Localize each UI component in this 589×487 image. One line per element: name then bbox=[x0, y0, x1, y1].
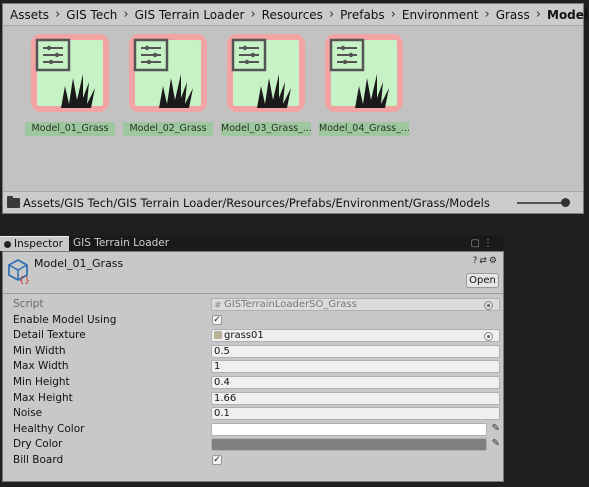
breadcrumb-models[interactable]: Models bbox=[544, 8, 589, 22]
tab-gis-terrain-loader[interactable]: GIS Terrain Loader bbox=[69, 236, 175, 251]
field-label: Detail Texture bbox=[13, 329, 86, 342]
field-row-billboard: Bill Board ✓ bbox=[3, 453, 503, 469]
field-row-noise: Noise 0.1 bbox=[3, 406, 503, 422]
field-label: Enable Model Using bbox=[13, 313, 117, 326]
asset-label: Model_01_Grass bbox=[25, 122, 115, 136]
eyedropper-icon[interactable]: ✎ bbox=[492, 423, 500, 434]
max-width-input[interactable]: 1 bbox=[211, 360, 500, 374]
dry-color-swatch[interactable] bbox=[211, 438, 487, 452]
settings-icon[interactable]: ⚙ bbox=[489, 256, 499, 266]
object-name: Model_01_Grass bbox=[34, 257, 124, 270]
asset-label: Model_04_Grass_... bbox=[319, 122, 409, 136]
noise-input[interactable]: 0.1 bbox=[211, 407, 500, 421]
breadcrumb-assets[interactable]: Assets bbox=[7, 8, 52, 22]
preset-icon[interactable]: ⇄ bbox=[479, 256, 489, 266]
breadcrumb-grass[interactable]: Grass bbox=[493, 8, 533, 22]
breadcrumb-gis-tech[interactable]: GIS Tech bbox=[63, 8, 120, 22]
detail-texture-field[interactable]: grass01 bbox=[211, 329, 500, 343]
scriptable-object-grass-icon bbox=[133, 38, 193, 108]
asset-label: Model_02_Grass bbox=[123, 122, 213, 136]
inspector-header: {} Model_01_Grass ?⇄⚙ Open bbox=[3, 252, 503, 294]
asset-grid: Model_01_Grass Model_02_Grass Model_03_G… bbox=[21, 34, 413, 138]
tab-tools: ▢⋮ bbox=[471, 236, 496, 251]
healthy-color-swatch[interactable] bbox=[211, 422, 487, 436]
breadcrumb-gis-terrain-loader[interactable]: GIS Terrain Loader bbox=[132, 8, 248, 22]
tab-inspector-label: Inspector bbox=[14, 237, 63, 250]
field-row-healthy-color: Healthy Color ✎ bbox=[3, 422, 503, 438]
min-width-input[interactable]: 0.5 bbox=[211, 344, 500, 358]
asset-thumbnail bbox=[325, 34, 403, 112]
field-label: Max Height bbox=[13, 391, 73, 404]
tab-inspector[interactable]: Inspector bbox=[0, 236, 69, 251]
script-field: # GISTerrainLoaderSO_Grass bbox=[211, 298, 500, 311]
inspector-panel: {} Model_01_Grass ?⇄⚙ Open Script # GISTe… bbox=[2, 251, 504, 482]
scriptable-object-icon: {} bbox=[8, 258, 30, 284]
breadcrumb-separator-icon: › bbox=[55, 7, 61, 22]
tab-gis-terrain-loader-label: GIS Terrain Loader bbox=[72, 237, 170, 249]
field-label: Dry Color bbox=[13, 438, 63, 451]
script-icon: # bbox=[214, 301, 222, 311]
svg-text:{}: {} bbox=[19, 276, 30, 284]
breadcrumb-separator-icon: › bbox=[535, 7, 541, 22]
asset-tile[interactable]: Model_01_Grass bbox=[21, 34, 119, 138]
min-height-input[interactable]: 0.4 bbox=[211, 375, 500, 389]
scriptable-object-grass-icon bbox=[231, 38, 291, 108]
inspector-tab-bar: Inspector GIS Terrain Loader ▢⋮ bbox=[0, 236, 504, 251]
asset-thumbnail bbox=[31, 34, 109, 112]
field-row-detail-texture: Detail Texture grass01 bbox=[3, 328, 503, 344]
field-row-max-width: Max Width 1 bbox=[3, 359, 503, 375]
asset-label: Model_03_Grass_... bbox=[221, 122, 311, 136]
script-value: GISTerrainLoaderSO_Grass bbox=[224, 299, 357, 310]
breadcrumb: Assets › GIS Tech › GIS Terrain Loader ›… bbox=[3, 4, 589, 26]
billboard-checkbox[interactable]: ✓ bbox=[212, 454, 222, 465]
open-button[interactable]: Open bbox=[466, 273, 499, 288]
field-row-max-height: Max Height 1.66 bbox=[3, 391, 503, 407]
field-row-dry-color: Dry Color ✎ bbox=[3, 437, 503, 453]
path-bar: Assets/GIS Tech/GIS Terrain Loader/Resou… bbox=[3, 191, 583, 213]
field-label: Script bbox=[13, 298, 44, 310]
asset-thumbnail bbox=[129, 34, 207, 112]
field-row-min-height: Min Height 0.4 bbox=[3, 375, 503, 391]
object-picker-icon bbox=[484, 301, 493, 310]
breadcrumb-resources[interactable]: Resources bbox=[259, 8, 326, 22]
folder-icon bbox=[7, 195, 20, 208]
breadcrumb-separator-icon: › bbox=[390, 7, 396, 22]
field-label: Bill Board bbox=[13, 453, 64, 466]
info-icon bbox=[4, 240, 11, 248]
kebab-menu-icon[interactable]: ⋮ bbox=[483, 238, 496, 249]
breadcrumb-separator-icon: › bbox=[484, 7, 490, 22]
breadcrumb-separator-icon: › bbox=[328, 7, 335, 22]
field-label: Min Width bbox=[13, 344, 66, 357]
inspector-fields: Script # GISTerrainLoaderSO_Grass Enable … bbox=[3, 297, 503, 469]
zoom-slider[interactable] bbox=[517, 198, 570, 207]
breadcrumb-separator-icon: › bbox=[123, 7, 129, 22]
header-tools: ?⇄⚙ bbox=[473, 256, 499, 266]
asset-path: Assets/GIS Tech/GIS Terrain Loader/Resou… bbox=[23, 195, 490, 210]
breadcrumb-environment[interactable]: Environment bbox=[399, 8, 482, 22]
detail-texture-value: grass01 bbox=[224, 330, 264, 342]
project-window: Assets › GIS Tech › GIS Terrain Loader ›… bbox=[2, 3, 589, 214]
field-row-enable-model: Enable Model Using ✓ bbox=[3, 313, 503, 329]
asset-tile[interactable]: Model_03_Grass_... bbox=[217, 34, 315, 138]
lock-icon[interactable]: ▢ bbox=[471, 238, 483, 249]
asset-tile[interactable]: Model_02_Grass bbox=[119, 34, 217, 138]
scriptable-object-grass-icon bbox=[35, 38, 95, 108]
scriptable-object-grass-icon bbox=[329, 38, 389, 108]
field-row-script: Script # GISTerrainLoaderSO_Grass bbox=[3, 297, 503, 313]
field-label: Noise bbox=[13, 407, 43, 420]
field-row-min-width: Min Width 0.5 bbox=[3, 344, 503, 360]
zoom-slider-handle[interactable] bbox=[561, 198, 570, 207]
asset-tile[interactable]: Model_04_Grass_... bbox=[315, 34, 413, 138]
enable-model-checkbox[interactable]: ✓ bbox=[212, 314, 222, 325]
field-label: Healthy Color bbox=[13, 422, 85, 435]
field-label: Max Width bbox=[13, 360, 69, 373]
breadcrumb-prefabs[interactable]: Prefabs bbox=[337, 8, 388, 22]
breadcrumb-separator-icon: › bbox=[250, 7, 256, 22]
eyedropper-icon[interactable]: ✎ bbox=[492, 438, 500, 449]
texture-icon bbox=[214, 331, 222, 340]
asset-thumbnail bbox=[227, 34, 305, 112]
object-picker-icon[interactable] bbox=[484, 332, 493, 342]
field-label: Min Height bbox=[13, 375, 70, 388]
max-height-input[interactable]: 1.66 bbox=[211, 391, 500, 405]
